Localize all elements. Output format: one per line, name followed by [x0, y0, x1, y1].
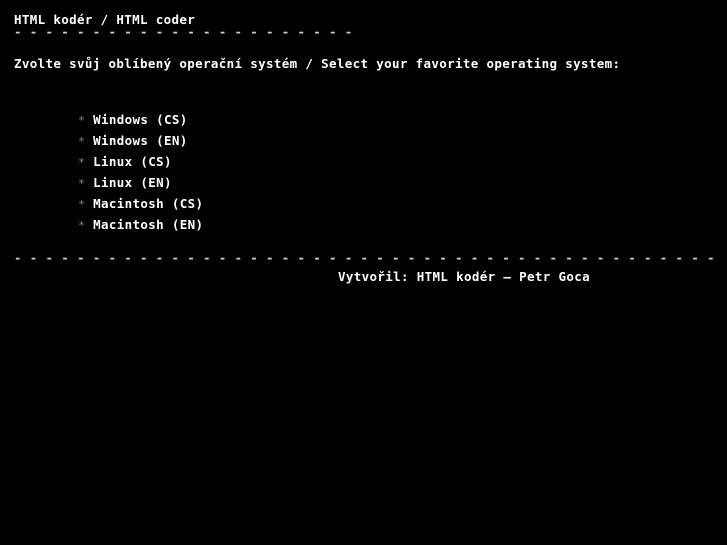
os-link-macintosh-cs[interactable]: Macintosh (CS) — [93, 196, 203, 211]
os-link-windows-en[interactable]: Windows (EN) — [93, 133, 188, 148]
asterisk-bullet-icon: * — [78, 114, 85, 127]
asterisk-bullet-icon: * — [78, 177, 85, 190]
os-link-linux-cs[interactable]: Linux (CS) — [93, 154, 172, 169]
asterisk-bullet-icon: * — [78, 135, 85, 148]
list-item[interactable]: * Windows (CS) — [33, 88, 203, 127]
os-link-macintosh-en[interactable]: Macintosh (EN) — [93, 217, 203, 232]
os-selection-list: * Windows (CS) * Windows (EN) * Linux (CS) … — [33, 88, 203, 232]
asterisk-bullet-icon: * — [78, 219, 85, 232]
title-separator: - - - - - - - - - - - - - - - - - - - - … — [14, 24, 353, 39]
os-link-linux-en[interactable]: Linux (EN) — [93, 175, 172, 190]
footer-credit: Vytvořil: HTML kodér – Petr Goca — [337, 269, 590, 284]
subtitle-prompt: Zvolte svůj oblíbený operační systém / S… — [14, 56, 621, 71]
footer-separator: - - - - - - - - - - - - - - - - - - - - … — [14, 250, 715, 265]
os-link-windows-cs[interactable]: Windows (CS) — [93, 112, 188, 127]
asterisk-bullet-icon: * — [78, 156, 85, 169]
asterisk-bullet-icon: * — [78, 198, 85, 211]
page-root: HTML kodér / HTML coder - - - - - - - - … — [0, 0, 727, 545]
